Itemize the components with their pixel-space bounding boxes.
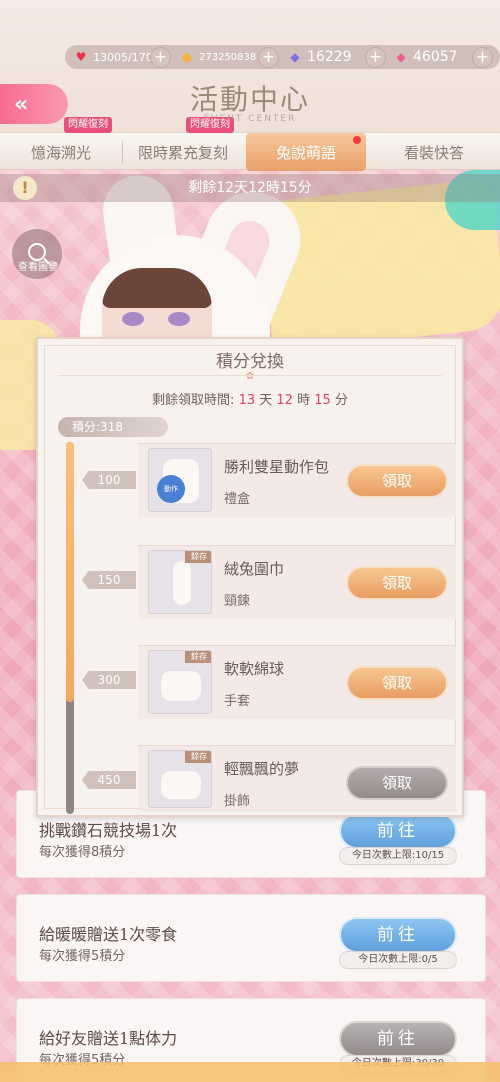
page-title: 活動中心: [189, 83, 310, 116]
action-pack-icon: 動作: [157, 475, 185, 503]
reward-row: 餘存 軟軟綿球 手套 領取: [138, 645, 456, 719]
claim-button[interactable]: 領取: [346, 566, 448, 600]
resource-diamonds: ◆ 16229: [286, 46, 351, 68]
reward-type: 禮盒: [224, 492, 251, 507]
milestone-label: 300: [82, 671, 136, 689]
milestone-label: 100: [82, 471, 136, 489]
milestone-label: 150: [82, 571, 136, 589]
claim-time: 剩餘領取時間: 13 天 12 時 15 分: [152, 393, 348, 408]
daily-limit: 今日次數上限:10/15: [339, 847, 457, 865]
go-button[interactable]: 前往: [339, 813, 457, 849]
character-eye-right: [168, 312, 190, 326]
tab-memory[interactable]: 閃耀復刻 憶海溯光: [0, 117, 122, 171]
reward-thumbnail: 餘存: [148, 550, 212, 614]
add-diamonds-button[interactable]: +: [365, 47, 386, 68]
scarf-image: [173, 561, 191, 605]
gloves-image: [161, 671, 201, 701]
character-hair: [102, 268, 212, 308]
event-timer: 剩餘12天12時15分: [188, 180, 312, 196]
points-exchange-modal: 積分兌換 ✿ 剩餘領取時間: 13 天 12 時 15 分 積分:318 100…: [36, 337, 464, 817]
stock-tag: 餘存: [185, 551, 211, 563]
reward-thumbnail: 餘存: [148, 750, 212, 808]
add-stamina-button[interactable]: +: [150, 47, 171, 68]
reward-name: 絨兔圍巾: [224, 560, 285, 578]
reward-name: 軟軟綿球: [224, 660, 285, 678]
character-eye-left: [122, 312, 144, 326]
bottom-decoration: [0, 1062, 500, 1082]
flower-icon: ✿: [245, 371, 255, 382]
tab-bunny[interactable]: 兔說萌語: [246, 133, 366, 171]
tab-bar: 閃耀復刻 憶海溯光 閃耀復刻 限時累充复刻 兔說萌語 看裝快答: [0, 117, 500, 171]
points-display: 積分:318: [58, 417, 168, 437]
reward-row: 動作 勝利雙星動作包 禮盒 領取: [138, 443, 456, 517]
task-item: 給暖暖贈送1次零食 每次獲得5積分 前往 今日次數上限:0/5: [16, 894, 486, 982]
progress-fill: [66, 442, 74, 703]
modal-title: 積分兌換: [216, 352, 284, 372]
milestone-label: 450: [82, 771, 136, 789]
gallery-label: 查看圖鑒: [18, 262, 58, 273]
tab-recharge[interactable]: 閃耀復刻 限時累充复刻: [122, 117, 244, 171]
notification-dot: [353, 136, 361, 144]
charm-image: [161, 771, 201, 799]
stock-tag: 餘存: [185, 651, 211, 663]
reward-type: 手套: [224, 694, 251, 709]
reward-name: 勝利雙星動作包: [224, 458, 330, 476]
add-coins-button[interactable]: +: [258, 47, 279, 68]
daily-limit: 今日次數上限:0/5: [339, 951, 457, 969]
resource-stamina: ♥ 13005/170: [72, 46, 153, 68]
heart-icon: ♥: [75, 50, 87, 64]
reward-name: 輕飄飄的夢: [224, 760, 300, 778]
pink-gem-icon: ◆: [396, 50, 406, 64]
diamond-icon: ◆: [290, 50, 300, 64]
reward-row: 餘存 絨兔圍巾 頸鍊 領取: [138, 545, 456, 619]
reward-type: 頸鍊: [224, 594, 251, 609]
tab-badge: 閃耀復刻: [64, 117, 112, 133]
reward-thumbnail: 餘存: [148, 650, 212, 714]
info-icon[interactable]: !: [13, 176, 37, 200]
go-button[interactable]: 前往: [339, 917, 457, 953]
cat-coin-icon: ●: [181, 50, 193, 64]
divider: [58, 375, 442, 376]
back-button[interactable]: «: [0, 84, 68, 124]
claim-button[interactable]: 領取: [346, 766, 448, 800]
claim-button[interactable]: 領取: [346, 464, 448, 498]
claim-button[interactable]: 領取: [346, 666, 448, 700]
resource-coins: ● 273250838: [178, 46, 257, 68]
tab-outfit-quiz[interactable]: 看裝快答: [368, 133, 500, 171]
reward-row: 餘存 輕飄飄的夢 掛飾 領取: [138, 745, 456, 811]
stock-tag: 餘存: [185, 751, 211, 763]
tab-badge: 閃耀復刻: [186, 117, 234, 133]
reward-type: 掛飾: [224, 794, 251, 809]
reward-thumbnail: 動作: [148, 448, 212, 512]
go-button[interactable]: 前往: [339, 1021, 457, 1057]
resource-gems: ◆ 46057: [392, 46, 457, 68]
add-gems-button[interactable]: +: [472, 47, 493, 68]
